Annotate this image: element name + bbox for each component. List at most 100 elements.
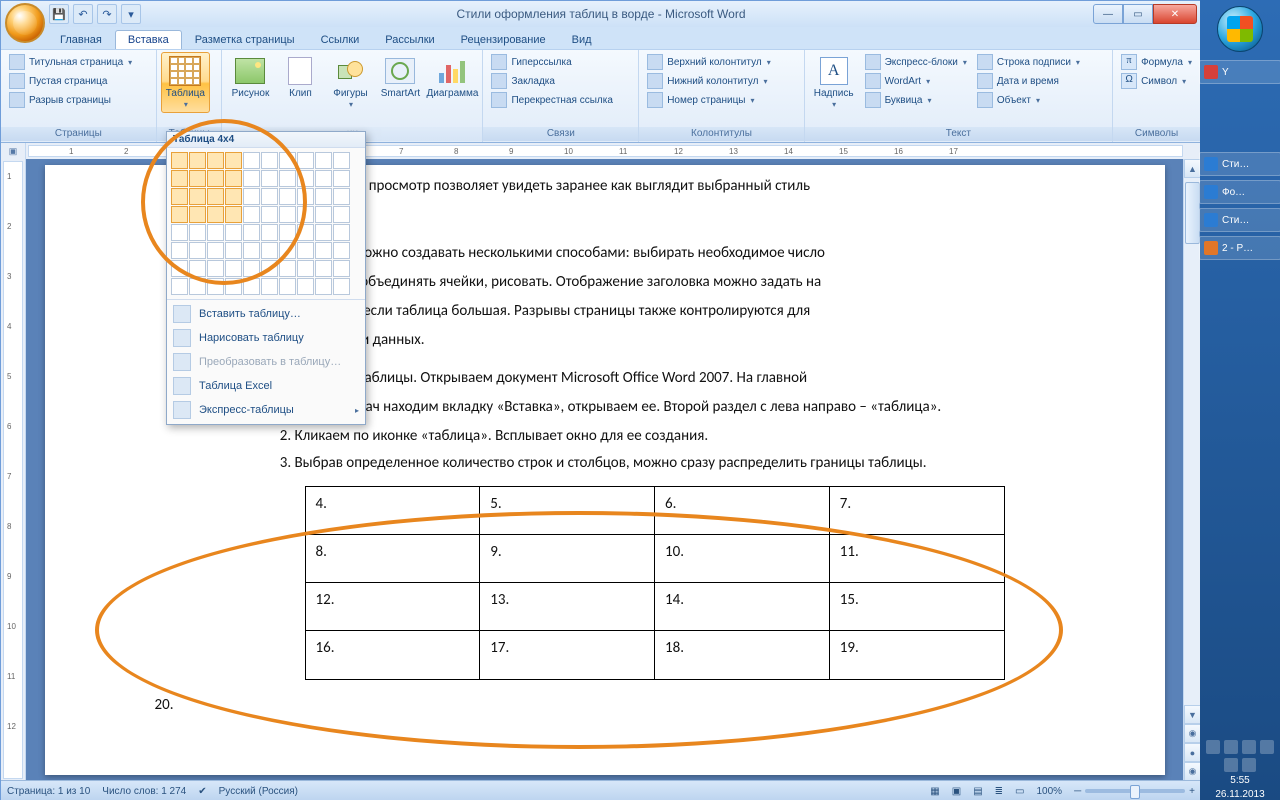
zoom-level[interactable]: 100%: [1036, 786, 1062, 797]
table-button[interactable]: Таблица▾: [161, 52, 210, 113]
tray-volume-icon[interactable]: [1224, 758, 1238, 772]
title-bar[interactable]: 💾 ↶ ↷ ▾ Стили оформления таблиц в ворде …: [1, 1, 1201, 27]
table-grid-cell[interactable]: [243, 206, 260, 223]
table-grid-cell[interactable]: [315, 242, 332, 259]
scroll-thumb[interactable]: [1185, 182, 1200, 244]
table-grid-cell[interactable]: [315, 188, 332, 205]
wordart-button[interactable]: WordArt▾: [863, 72, 969, 90]
tab-mailings[interactable]: Рассылки: [372, 30, 447, 49]
maximize-button[interactable]: ▭: [1123, 4, 1153, 24]
table-grid-cell[interactable]: [171, 206, 188, 223]
dropcap-button[interactable]: Буквица▾: [863, 91, 969, 109]
table-grid-cell[interactable]: [189, 206, 206, 223]
view-draft-icon[interactable]: ▭: [1015, 786, 1024, 797]
table-grid-cell[interactable]: [225, 206, 242, 223]
date-time-button[interactable]: Дата и время: [975, 72, 1082, 90]
bookmark-button[interactable]: Закладка: [489, 72, 614, 90]
taskbar-item[interactable]: 2 - P…: [1199, 236, 1280, 260]
signature-line-button[interactable]: Строка подписи▾: [975, 53, 1082, 71]
table-grid-cell[interactable]: [189, 170, 206, 187]
taskbar-item[interactable]: Фо…: [1199, 180, 1280, 204]
table-grid-cell[interactable]: [189, 242, 206, 259]
status-word-count[interactable]: Число слов: 1 274: [102, 786, 186, 797]
table-grid-cell[interactable]: [279, 170, 296, 187]
table-grid-cell[interactable]: [333, 278, 350, 295]
view-web-icon[interactable]: ▤: [973, 786, 982, 797]
zoom-track[interactable]: [1085, 789, 1185, 793]
table-grid-cell[interactable]: [189, 260, 206, 277]
table-cell[interactable]: 10.: [655, 534, 830, 582]
tray-icon[interactable]: [1242, 740, 1256, 754]
status-language[interactable]: Русский (Россия): [219, 786, 298, 797]
equation-button[interactable]: πФормула▾: [1119, 53, 1194, 71]
view-full-screen-icon[interactable]: ▣: [952, 786, 961, 797]
table-grid-cell[interactable]: [261, 260, 278, 277]
tab-references[interactable]: Ссылки: [308, 30, 373, 49]
table-cell[interactable]: 11.: [829, 534, 1004, 582]
zoom-out-button[interactable]: ─: [1074, 786, 1081, 797]
table-grid-cell[interactable]: [261, 278, 278, 295]
table-grid-cell[interactable]: [279, 224, 296, 241]
prev-page-button[interactable]: ◉: [1184, 724, 1201, 743]
table-grid-cell[interactable]: [207, 152, 224, 169]
table-grid-cell[interactable]: [279, 278, 296, 295]
picture-button[interactable]: Рисунок: [226, 52, 274, 102]
table-grid-cell[interactable]: [297, 224, 314, 241]
table-grid-cell[interactable]: [279, 152, 296, 169]
close-button[interactable]: ✕: [1153, 4, 1197, 24]
vertical-ruler[interactable]: 123456789101112: [1, 159, 26, 781]
taskbar-item[interactable]: Сти…: [1199, 152, 1280, 176]
qat-save-icon[interactable]: 💾: [49, 4, 69, 24]
blank-page-button[interactable]: Пустая страница: [7, 72, 134, 90]
doc-table[interactable]: 4.5.6.7.8.9.10.11.12.13.14.15.16.17.18.1…: [305, 486, 1005, 680]
table-grid-cell[interactable]: [207, 278, 224, 295]
table-cell[interactable]: 4.: [305, 486, 480, 534]
table-grid-cell[interactable]: [261, 224, 278, 241]
table-grid-cell[interactable]: [243, 278, 260, 295]
table-grid-cell[interactable]: [171, 278, 188, 295]
table-grid-cell[interactable]: [297, 170, 314, 187]
excel-table-item[interactable]: Таблица Excel: [167, 374, 365, 398]
table-grid-cell[interactable]: [171, 224, 188, 241]
table-grid-cell[interactable]: [297, 206, 314, 223]
table-grid-cell[interactable]: [279, 242, 296, 259]
table-grid-cell[interactable]: [243, 242, 260, 259]
table-grid-cell[interactable]: [333, 206, 350, 223]
table-grid-cell[interactable]: [297, 188, 314, 205]
qat-redo-icon[interactable]: ↷: [97, 4, 117, 24]
table-grid-cell[interactable]: [225, 278, 242, 295]
table-grid-cell[interactable]: [225, 188, 242, 205]
table-grid-cell[interactable]: [207, 206, 224, 223]
table-grid-cell[interactable]: [243, 260, 260, 277]
table-grid-cell[interactable]: [333, 224, 350, 241]
table-cell[interactable]: 15.: [829, 583, 1004, 631]
table-grid-cell[interactable]: [297, 260, 314, 277]
table-grid-cell[interactable]: [189, 278, 206, 295]
table-grid-cell[interactable]: [315, 170, 332, 187]
table-grid-cell[interactable]: [243, 152, 260, 169]
table-grid-cell[interactable]: [261, 242, 278, 259]
zoom-slider[interactable]: ─ +: [1074, 786, 1195, 797]
tray-time[interactable]: 5:55: [1230, 775, 1249, 786]
footer-button[interactable]: Нижний колонтитул▾: [645, 72, 773, 90]
table-grid-cell[interactable]: [279, 188, 296, 205]
table-cell[interactable]: 7.: [829, 486, 1004, 534]
tray-network-icon[interactable]: [1260, 740, 1274, 754]
table-grid-cell[interactable]: [207, 260, 224, 277]
clipart-button[interactable]: Клип: [276, 52, 324, 102]
table-grid-cell[interactable]: [315, 260, 332, 277]
table-grid-cell[interactable]: [279, 260, 296, 277]
table-grid-cell[interactable]: [297, 242, 314, 259]
table-grid-cell[interactable]: [261, 152, 278, 169]
ruler-corner[interactable]: ▣: [1, 143, 26, 159]
tab-page-layout[interactable]: Разметка страницы: [182, 30, 308, 49]
table-dropdown[interactable]: Таблица 4x4 Вставить таблицу… Нарисовать…: [166, 131, 366, 425]
table-grid-cell[interactable]: [207, 224, 224, 241]
table-grid-cell[interactable]: [171, 242, 188, 259]
table-grid-cell[interactable]: [189, 188, 206, 205]
status-page[interactable]: Страница: 1 из 10: [7, 786, 90, 797]
tab-review[interactable]: Рецензирование: [448, 30, 559, 49]
table-grid-cell[interactable]: [315, 278, 332, 295]
tray-lang-icon[interactable]: [1242, 758, 1256, 772]
table-grid-cell[interactable]: [261, 170, 278, 187]
